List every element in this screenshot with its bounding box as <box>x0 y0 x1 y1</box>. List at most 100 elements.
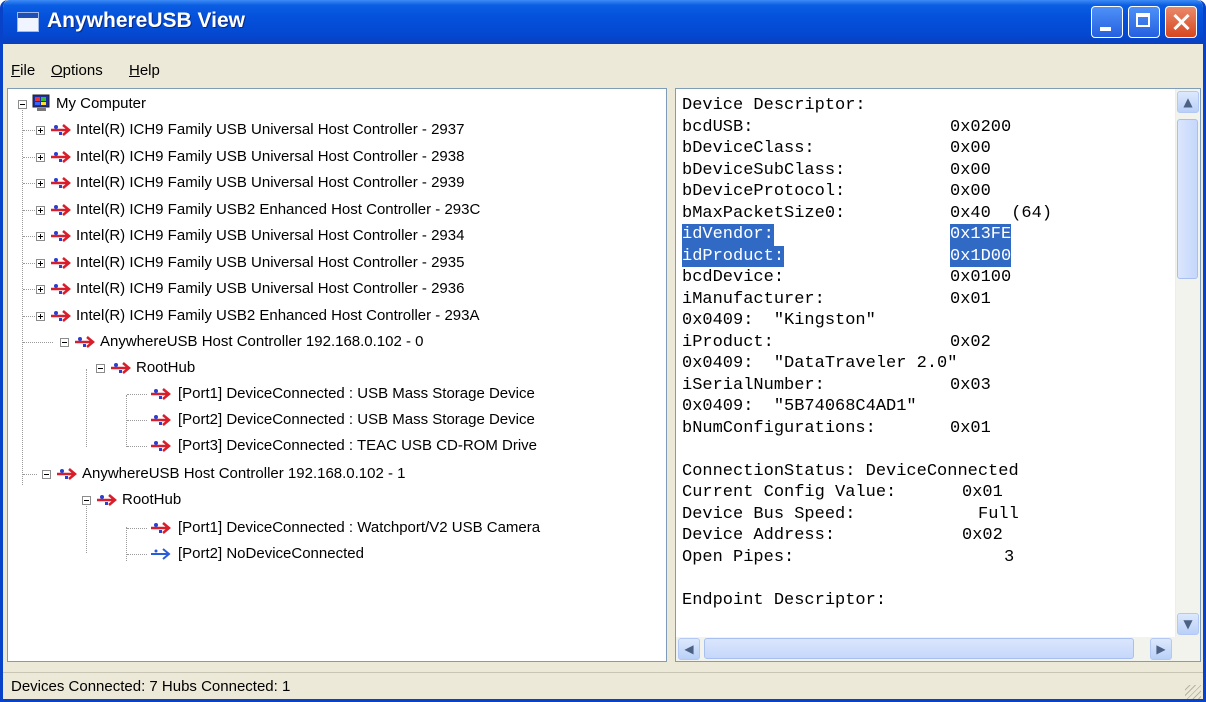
tree-line <box>127 420 147 421</box>
tree-item-controller[interactable]: Intel(R) ICH9 Family USB Universal Host … <box>8 223 648 249</box>
tree-item-anywhereusb-controller-1[interactable]: AnywhereUSB Host Controller 192.168.0.10… <box>8 461 648 487</box>
descriptor-key: Endpoint Descriptor: <box>682 590 887 610</box>
expand-icon[interactable] <box>36 205 45 215</box>
descriptor-value: 0x40 (64) <box>950 203 1053 223</box>
tree-item-controller[interactable]: Intel(R) ICH9 Family USB Universal Host … <box>8 117 648 143</box>
vertical-scroll-thumb[interactable] <box>1177 119 1198 279</box>
tree-item-controller[interactable]: Intel(R) ICH9 Family USB Universal Host … <box>8 144 648 170</box>
descriptor-key: iSerialNumber: <box>682 375 825 395</box>
tree-item-roothub-1[interactable]: RootHub <box>8 487 648 513</box>
tree-label: [Port1] DeviceConnected : Watchport/V2 U… <box>178 519 541 536</box>
tree-line <box>23 183 35 184</box>
scroll-left-button[interactable]: ◀ <box>678 638 700 660</box>
scroll-down-button[interactable]: ▼ <box>1177 613 1199 635</box>
collapse-icon[interactable] <box>60 338 69 347</box>
expand-icon[interactable] <box>36 179 45 188</box>
tree-label: [Port2] NoDeviceConnected <box>178 545 364 562</box>
descriptor-value: 0x00 <box>950 182 991 201</box>
tree-item-port2-0[interactable]: [Port2] DeviceConnected : USB Mass Stora… <box>8 407 648 433</box>
descriptor-value: Full <box>978 504 1019 524</box>
collapse-icon[interactable] <box>96 364 105 373</box>
tree-label: Intel(R) ICH9 Family USB Universal Host … <box>76 253 465 271</box>
tree-label: Intel(R) ICH9 Family USB2 Enhanced Host … <box>76 200 481 218</box>
tree-item-my-computer[interactable]: My Computer <box>8 91 648 117</box>
computer-icon <box>32 94 50 111</box>
chevron-up-icon: ▲ <box>1183 95 1193 109</box>
close-button[interactable] <box>1165 6 1197 38</box>
collapse-icon[interactable] <box>82 496 91 505</box>
expand-icon[interactable] <box>36 285 45 294</box>
resize-grip-icon[interactable] <box>1185 685 1201 699</box>
horizontal-scroll-thumb[interactable] <box>704 638 1134 659</box>
descriptor-key: Open Pipes: <box>682 547 795 567</box>
title-bar[interactable]: AnywhereUSB View <box>3 0 1203 44</box>
usb-icon <box>51 150 71 163</box>
descriptor-value: 0x0100 <box>950 268 1012 287</box>
usb-icon <box>151 388 171 400</box>
expand-icon[interactable] <box>36 126 45 135</box>
vertical-scrollbar[interactable]: ▲ ▼ <box>1175 89 1200 637</box>
descriptor-key: bcdDevice: <box>682 268 785 287</box>
tree-line <box>23 236 35 237</box>
tree-label: RootHub <box>136 359 196 376</box>
app-window-icon <box>17 12 39 32</box>
scroll-up-button[interactable]: ▲ <box>1177 91 1199 113</box>
tree-item-controller[interactable]: Intel(R) ICH9 Family USB2 Enhanced Host … <box>8 197 648 223</box>
menu-options[interactable]: Options <box>51 62 103 79</box>
descriptor-key: bcdUSB: <box>682 117 754 137</box>
descriptor-pane[interactable]: Device Descriptor: bcdUSB: 0x0200 bDeviceCl… <box>675 88 1201 662</box>
expand-icon[interactable] <box>36 258 45 268</box>
descriptor-key: Device Bus Speed: <box>682 504 856 524</box>
maximize-button[interactable] <box>1128 6 1160 38</box>
tree-item-roothub-0[interactable]: RootHub <box>8 355 648 381</box>
menu-options-label: ptions <box>62 62 103 79</box>
tree-item-controller[interactable]: Intel(R) ICH9 Family USB2 Enhanced Host … <box>8 303 648 329</box>
usb-icon <box>51 177 71 189</box>
tree-line <box>23 262 35 264</box>
tree-line <box>127 446 147 447</box>
collapse-icon[interactable] <box>42 470 51 479</box>
tree-line <box>23 474 37 475</box>
menu-file[interactable]: File <box>11 62 35 79</box>
device-tree[interactable]: My Computer Intel(R) ICH9 Family USB Uni… <box>7 88 667 662</box>
descriptor-value: 0x03 <box>950 375 991 395</box>
tree-line <box>23 130 35 131</box>
expand-icon[interactable] <box>36 152 45 162</box>
collapse-icon[interactable] <box>18 100 27 109</box>
tree-label: Intel(R) ICH9 Family USB Universal Host … <box>76 280 465 297</box>
tree-label: My Computer <box>56 95 147 112</box>
tree-line <box>127 554 147 555</box>
descriptor-value: 0x01 <box>962 483 1003 502</box>
tree-item-port1-1[interactable]: [Port1] DeviceConnected : Watchport/V2 U… <box>8 515 648 541</box>
expand-icon[interactable] <box>36 311 45 321</box>
descriptor-key: idVendor: <box>682 224 774 246</box>
horizontal-scrollbar[interactable]: ◀ ▶ <box>676 637 1200 661</box>
usb-icon <box>151 440 171 452</box>
tree-item-port3-0[interactable]: [Port3] DeviceConnected : TEAC USB CD-RO… <box>8 433 648 459</box>
descriptor-key: bDeviceProtocol: <box>682 182 846 201</box>
tree-label: Intel(R) ICH9 Family USB Universal Host … <box>76 147 465 165</box>
tree-label: Intel(R) ICH9 Family USB Universal Host … <box>76 121 465 138</box>
descriptor-key: idProduct: <box>682 245 785 267</box>
descriptor-key: iManufacturer: <box>682 289 825 309</box>
descriptor-key: 0x0409: "5B74068C4AD1" <box>682 397 917 416</box>
tree-item-controller[interactable]: Intel(R) ICH9 Family USB Universal Host … <box>8 250 648 276</box>
descriptor-value: 0x01 <box>950 289 991 309</box>
usb-icon <box>151 522 171 534</box>
tree-item-port2-1[interactable]: [Port2] NoDeviceConnected <box>8 541 648 567</box>
usb-icon <box>51 203 71 216</box>
scroll-right-button[interactable]: ▶ <box>1150 638 1172 660</box>
descriptor-key: iProduct: <box>682 332 774 352</box>
chevron-right-icon: ▶ <box>1156 642 1166 656</box>
tree-item-anywhereusb-controller-0[interactable]: AnywhereUSB Host Controller 192.168.0.10… <box>8 329 648 355</box>
menu-help[interactable]: Help <box>129 62 160 79</box>
tree-item-controller[interactable]: Intel(R) ICH9 Family USB Universal Host … <box>8 170 648 196</box>
minimize-button[interactable] <box>1091 6 1123 38</box>
tree-item-controller[interactable]: Intel(R) ICH9 Family USB Universal Host … <box>8 276 648 302</box>
usb-icon <box>75 336 95 348</box>
menu-help-label: elp <box>139 62 160 79</box>
descriptor-value: 0x00 <box>950 139 991 158</box>
tree-label: [Port1] DeviceConnected : USB Mass Stora… <box>178 385 535 402</box>
expand-icon[interactable] <box>36 232 45 241</box>
tree-item-port1-0[interactable]: [Port1] DeviceConnected : USB Mass Stora… <box>8 381 648 407</box>
